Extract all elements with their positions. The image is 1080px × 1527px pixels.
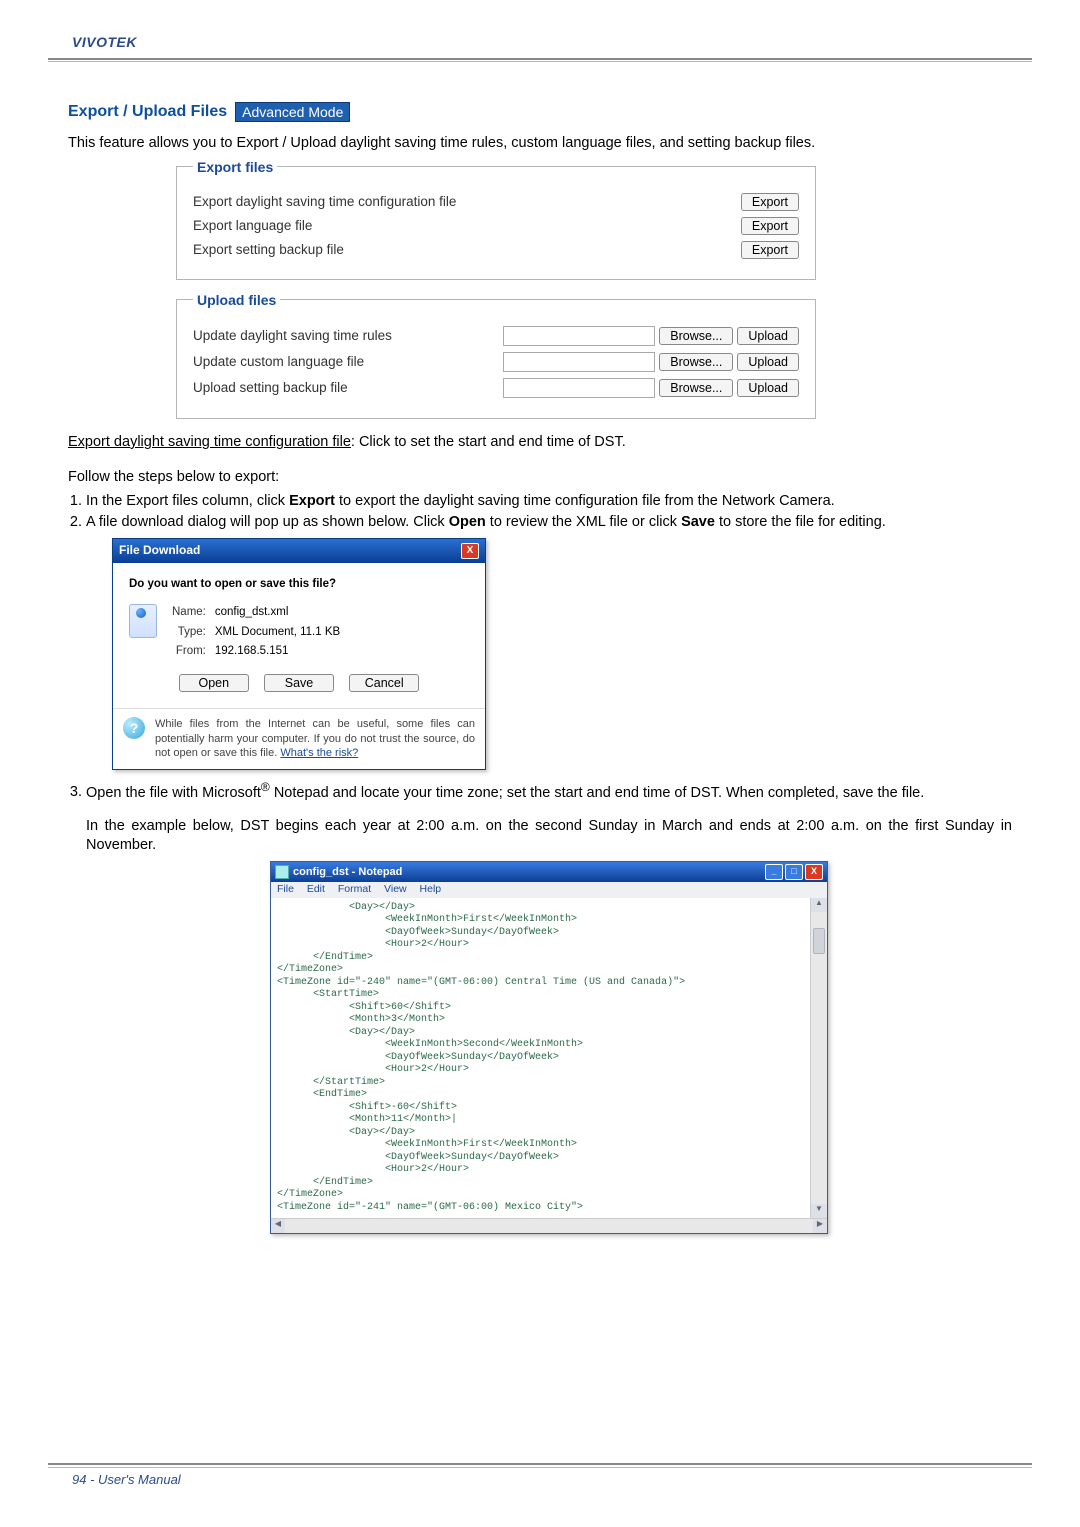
brand-header: VIVOTEK [48, 34, 1032, 50]
save-button[interactable]: Save [264, 674, 334, 692]
scroll-down-icon[interactable]: ▼ [811, 1204, 827, 1218]
maximize-icon[interactable]: □ [785, 864, 803, 880]
export-button[interactable]: Export [741, 217, 799, 235]
page-footer: 94 - User's Manual [48, 1463, 1032, 1487]
divider [48, 58, 1032, 60]
mode-badge: Advanced Mode [235, 102, 350, 122]
steps-list: In the Export files column, click Export… [68, 492, 1012, 1234]
export-button[interactable]: Export [741, 193, 799, 211]
upload-button[interactable]: Upload [737, 353, 799, 371]
intro-text: This feature allows you to Export / Uplo… [68, 134, 1032, 153]
export-row-label: Export daylight saving time configuratio… [193, 194, 741, 209]
example-text: In the example below, DST begins each ye… [86, 817, 1012, 855]
scroll-right-icon[interactable]: ▶ [813, 1219, 827, 1233]
step-2: A file download dialog will pop up as sh… [86, 513, 1012, 770]
warning-icon: ? [123, 717, 145, 739]
browse-button[interactable]: Browse... [659, 353, 733, 371]
upload-button[interactable]: Upload [737, 379, 799, 397]
export-row-label: Export language file [193, 218, 741, 233]
export-button[interactable]: Export [741, 241, 799, 259]
vertical-scrollbar[interactable]: ▲ ▼ [810, 898, 827, 1219]
file-type-icon [129, 604, 157, 638]
file-path-input[interactable] [503, 378, 655, 398]
step-1: In the Export files column, click Export… [86, 492, 1012, 511]
warning-text: While files from the Internet can be use… [155, 717, 475, 761]
upload-row-label: Upload setting backup file [193, 380, 503, 395]
divider [48, 61, 1032, 62]
file-path-input[interactable] [503, 326, 655, 346]
export-row-label: Export setting backup file [193, 242, 741, 257]
export-files-panel: Export files Export daylight saving time… [176, 159, 816, 280]
section-title: Export / Upload Files [68, 103, 227, 120]
notepad-window: config_dst - Notepad _ □ X File Edit For… [270, 861, 828, 1234]
scroll-thumb[interactable] [813, 928, 825, 954]
upload-files-legend: Upload files [193, 292, 280, 308]
file-path-input[interactable] [503, 352, 655, 372]
notepad-icon [275, 865, 289, 879]
upload-button[interactable]: Upload [737, 327, 799, 345]
file-download-dialog: File Download X Do you want to open or s… [112, 538, 486, 769]
footer-text: 94 - User's Manual [48, 1467, 1032, 1487]
scroll-left-icon[interactable]: ◀ [271, 1219, 285, 1233]
browse-button[interactable]: Browse... [659, 327, 733, 345]
steps-intro: Follow the steps below to export: [68, 468, 1012, 488]
dialog-title: File Download [119, 543, 200, 559]
upload-row-label: Update custom language file [193, 354, 503, 369]
cancel-button[interactable]: Cancel [349, 674, 419, 692]
open-button[interactable]: Open [179, 674, 249, 692]
step-3: Open the file with Microsoft® Notepad an… [86, 780, 1012, 1235]
dialog-question: Do you want to open or save this file? [129, 577, 469, 592]
notepad-title: config_dst - Notepad [293, 865, 402, 880]
horizontal-scrollbar[interactable]: ◀ ▶ [271, 1218, 827, 1233]
browse-button[interactable]: Browse... [659, 379, 733, 397]
whats-the-risk-link[interactable]: What's the risk? [280, 747, 358, 759]
upload-files-panel: Upload files Update daylight saving time… [176, 292, 816, 419]
notepad-menu[interactable]: File Edit Format View Help [271, 882, 827, 898]
close-icon[interactable]: X [805, 864, 823, 880]
upload-row-label: Update daylight saving time rules [193, 328, 503, 343]
description-line: Export daylight saving time configuratio… [68, 433, 1012, 453]
scroll-up-icon[interactable]: ▲ [811, 898, 827, 912]
close-icon[interactable]: X [461, 543, 479, 559]
minimize-icon[interactable]: _ [765, 864, 783, 880]
notepad-text-area[interactable]: <Day></Day> <WeekInMonth>First</WeekInMo… [271, 898, 810, 1219]
file-info-table: Name:config_dst.xml Type:XML Document, 1… [169, 602, 343, 662]
export-files-legend: Export files [193, 159, 277, 175]
